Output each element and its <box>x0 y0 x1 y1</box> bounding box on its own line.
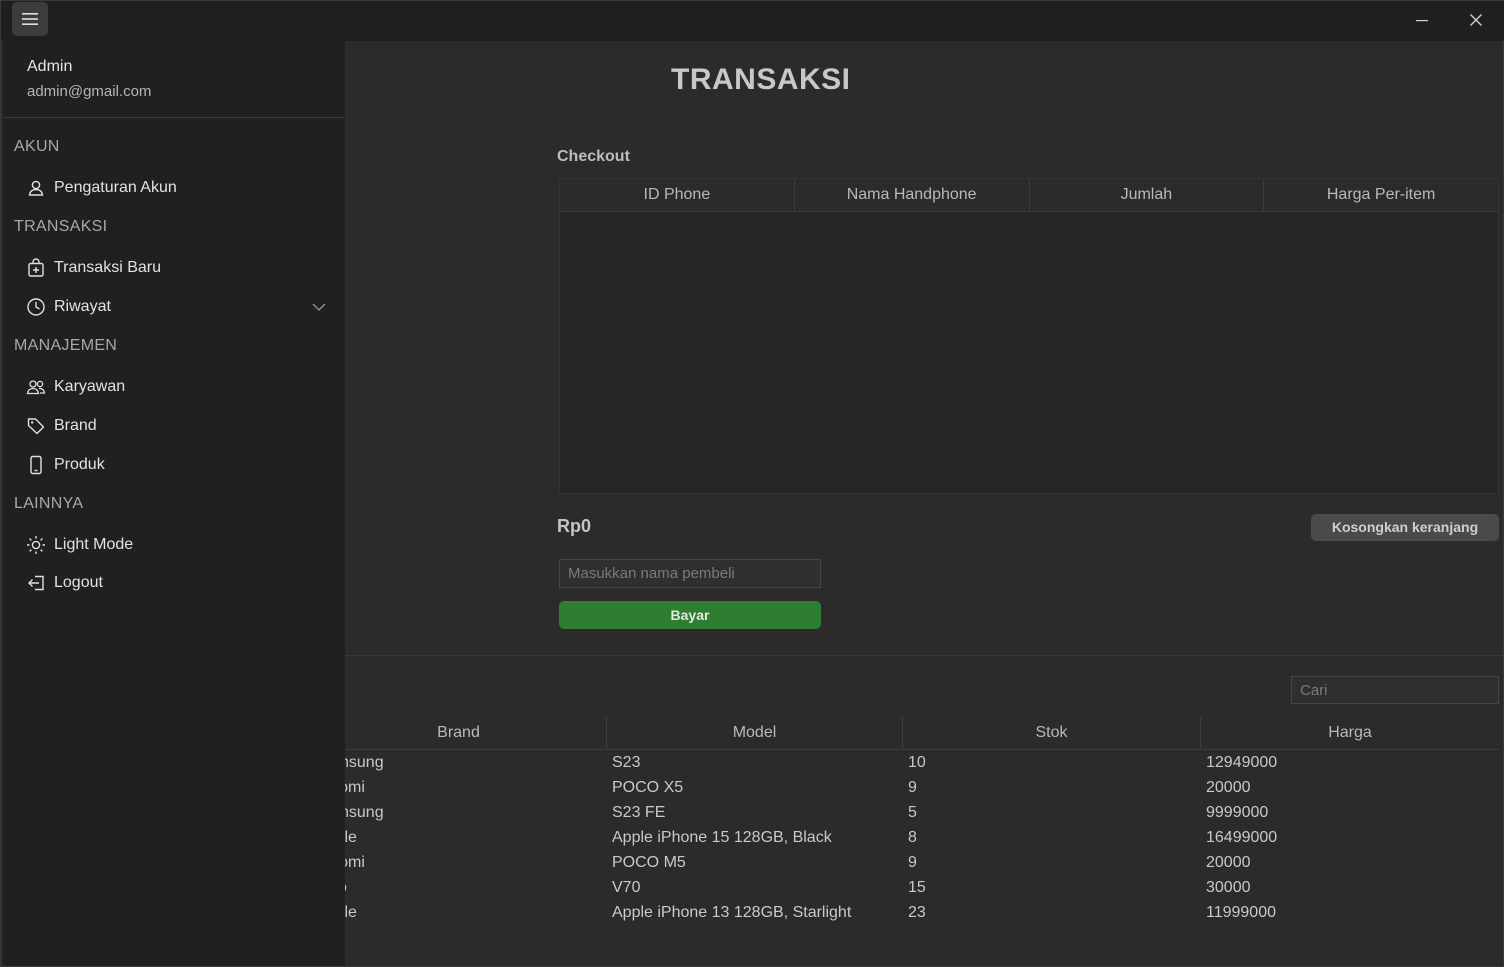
search-input[interactable] <box>1291 676 1499 704</box>
page-title: TRANSAKSI <box>671 63 851 96</box>
total-amount: Rp0 <box>557 516 592 536</box>
cell-stok: 10 <box>908 754 926 771</box>
cell-model: Apple iPhone 15 128GB, Black <box>612 829 832 846</box>
cell-model: Apple iPhone 13 128GB, Starlight <box>612 904 852 921</box>
cell-stok: 23 <box>908 904 926 921</box>
cell-brand: Vivo <box>311 875 607 900</box>
cell-harga: 9999000 <box>1206 804 1269 821</box>
table-row[interactable]: Xiaomi POCO M5 9 20000 <box>311 850 1499 875</box>
cell-stok: 9 <box>908 779 917 796</box>
sidebar-item-transaksi-baru[interactable]: Transaksi Baru <box>23 252 333 284</box>
products-table-header: Brand Model Stok Harga <box>311 717 1499 750</box>
shopping-bag-plus-icon <box>28 258 44 277</box>
section-manajemen: MANAJEMEN <box>14 337 118 354</box>
table-row[interactable]: Samsung S23 FE 5 9999000 <box>311 800 1499 825</box>
cell-brand: Samsung <box>316 804 384 821</box>
user-icon <box>28 180 44 196</box>
cell-stok: 9 <box>908 854 917 871</box>
tag-icon <box>27 418 45 435</box>
sidebar-item-logout[interactable]: Logout <box>23 567 333 599</box>
cell-harga: 12949000 <box>1206 754 1278 771</box>
sidebar-item-riwayat[interactable]: Riwayat <box>23 291 333 323</box>
cell-harga: 16499000 <box>1206 829 1278 846</box>
table-row[interactable]: Apple Apple iPhone 13 128GB, Starlight 2… <box>311 900 1499 925</box>
cell-brand: Apple <box>311 900 607 925</box>
section-lainnya: LAINNYA <box>14 495 84 512</box>
close-icon[interactable] <box>1461 7 1491 33</box>
sidebar-item-label: Riwayat <box>54 298 111 315</box>
cell-brand: Xiaomi <box>311 850 607 875</box>
sidebar-item-label: Pengaturan Akun <box>54 179 177 196</box>
cell-stok: 8 <box>908 829 917 846</box>
cart-table-header: ID Phone Nama Handphone Jumlah Harga Per… <box>560 179 1498 212</box>
cell-stok: 15 <box>908 879 926 896</box>
table-row[interactable]: Vivo V70 15 30000 <box>311 875 1499 900</box>
products-table[interactable]: Brand Model Stok Harga Samsung S23 10 12… <box>311 717 1499 925</box>
clear-cart-button[interactable]: Kosongkan keranjang <box>1311 514 1499 541</box>
cell-model: S23 <box>612 754 641 771</box>
logout-icon <box>28 575 44 591</box>
section-divider <box>345 655 1503 656</box>
cell-brand: Samsung <box>316 754 384 771</box>
column-header-jumlah[interactable]: Jumlah <box>1030 179 1265 211</box>
cell-harga: 11999000 <box>1206 904 1276 921</box>
hamburger-icon[interactable] <box>12 2 48 36</box>
column-header-nama-handphone[interactable]: Nama Handphone <box>795 179 1030 211</box>
cell-brand: Xiaomi <box>311 775 607 800</box>
column-header-model[interactable]: Model <box>607 717 903 749</box>
minimize-icon[interactable] <box>1407 7 1437 33</box>
phone-icon <box>30 455 42 475</box>
cell-stok: 5 <box>908 804 917 821</box>
cell-harga: 20000 <box>1206 854 1251 871</box>
column-header-harga-per-item[interactable]: Harga Per-item <box>1264 179 1498 211</box>
section-akun: AKUN <box>14 138 60 155</box>
app-window: TRANSAKSI Checkout ID Phone Nama Handpho… <box>0 0 1504 967</box>
cell-harga: 30000 <box>1206 879 1251 896</box>
checkout-label: Checkout <box>557 148 630 165</box>
column-header-brand[interactable]: Brand <box>311 717 607 749</box>
sidebar-item-karyawan[interactable]: Karyawan <box>23 371 333 403</box>
cell-harga: 20000 <box>1206 779 1251 796</box>
table-row[interactable]: Apple Apple iPhone 15 128GB, Black 8 164… <box>311 825 1499 850</box>
sidebar-item-pengaturan-akun[interactable]: Pengaturan Akun <box>23 172 333 204</box>
pay-button[interactable]: Bayar <box>559 601 821 629</box>
title-bar <box>1 1 1504 41</box>
table-row[interactable]: Xiaomi POCO X5 9 20000 <box>311 775 1499 800</box>
sidebar-item-label: Brand <box>54 417 97 434</box>
cell-model: V70 <box>612 879 641 896</box>
sidebar-item-light-mode[interactable]: Light Mode <box>23 529 333 561</box>
cell-model: POCO X5 <box>612 779 684 796</box>
cart-table[interactable]: ID Phone Nama Handphone Jumlah Harga Per… <box>559 178 1499 494</box>
user-email: admin@gmail.com <box>27 83 152 100</box>
table-row[interactable]: Samsung S23 10 12949000 <box>311 750 1499 775</box>
sidebar-divider <box>3 117 345 118</box>
cell-model: S23 FE <box>612 804 666 821</box>
section-transaksi: TRANSAKSI <box>14 218 108 235</box>
sidebar-item-label: Light Mode <box>54 536 134 553</box>
sidebar-item-produk[interactable]: Produk <box>23 449 333 481</box>
people-icon <box>26 380 46 395</box>
sidebar-item-label: Logout <box>54 574 103 591</box>
cell-model: POCO M5 <box>612 854 686 871</box>
cell-brand: Apple <box>311 825 607 850</box>
column-header-stok[interactable]: Stok <box>903 717 1201 749</box>
user-name: Admin <box>27 58 73 75</box>
clock-icon <box>27 298 45 316</box>
chevron-down-icon[interactable] <box>311 299 327 315</box>
column-header-harga[interactable]: Harga <box>1201 717 1499 749</box>
sidebar: Admin admin@gmail.com AKUN Pengaturan Ak… <box>3 41 345 966</box>
sidebar-item-brand[interactable]: Brand <box>23 410 333 442</box>
sun-icon <box>27 536 45 554</box>
column-header-id-phone[interactable]: ID Phone <box>560 179 795 211</box>
buyer-name-input[interactable] <box>559 559 821 588</box>
sidebar-item-label: Karyawan <box>54 378 126 395</box>
sidebar-item-label: Produk <box>54 456 105 473</box>
sidebar-item-label: Transaksi Baru <box>54 259 161 276</box>
